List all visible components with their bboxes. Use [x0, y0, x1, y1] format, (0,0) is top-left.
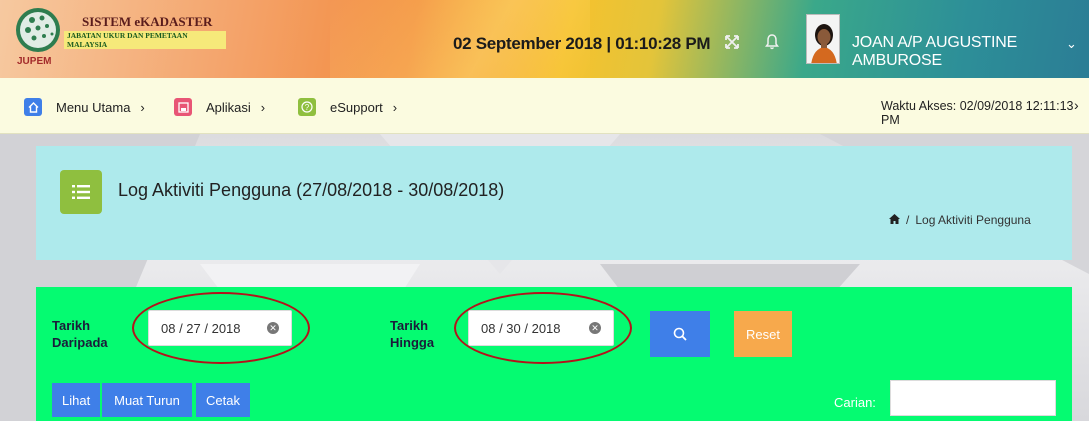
date-from-input[interactable]: 08 / 27 / 2018 ✕ [148, 310, 292, 346]
print-button[interactable]: Cetak [196, 383, 250, 417]
app-logo[interactable]: SISTEM eKADASTER JABATAN UKUR DAN PEMETA… [14, 6, 226, 72]
date-from-label: Tarikh Daripada [52, 317, 108, 351]
chevron-right-icon[interactable]: › [1074, 97, 1079, 113]
search-icon [673, 327, 687, 341]
logo-mark-text: JUPEM [17, 56, 52, 67]
home-icon [24, 98, 42, 116]
filter-panel: Tarikh Daripada 08 / 27 / 2018 ✕ Tarikh … [36, 287, 1072, 421]
search-label: Carian: [834, 395, 876, 410]
help-icon: ? [298, 98, 316, 116]
nav-item-esupport[interactable]: ? eSupport › [298, 97, 397, 117]
home-icon[interactable] [889, 213, 900, 227]
access-time: Waktu Akses: 02/09/2018 12:11:13 PM [881, 99, 1074, 127]
date-to-input[interactable]: 08 / 30 / 2018 ✕ [468, 310, 614, 346]
clear-icon[interactable]: ✕ [589, 322, 601, 334]
user-avatar[interactable] [806, 14, 840, 64]
label-line: Daripada [52, 335, 108, 350]
current-datetime: 02 September 2018 | 01:10:28 PM [453, 34, 711, 53]
nav-bar: Menu Utama › Aplikasi › ? eSupport › Wak… [0, 78, 1089, 134]
chevron-down-icon[interactable]: ⌄ [1066, 36, 1077, 52]
logo-subtitle: JABATAN UKUR DAN PEMETAAN MALAYSIA [64, 31, 226, 49]
clear-icon[interactable]: ✕ [267, 322, 279, 334]
search-button[interactable] [650, 311, 710, 357]
list-icon [60, 170, 102, 214]
search-input[interactable] [890, 380, 1056, 416]
label-line: Hingga [390, 335, 435, 350]
svg-text:?: ? [305, 103, 310, 112]
user-photo-icon [807, 15, 839, 63]
chevron-right-icon: › [392, 99, 398, 115]
breadcrumb-separator: / [906, 213, 910, 227]
nav-label: eSupport [330, 99, 383, 115]
date-from-value: 08 / 27 / 2018 [161, 320, 241, 336]
label-line: Tarikh [390, 318, 429, 333]
logo-title: SISTEM eKADASTER [82, 14, 213, 29]
date-to-label: Tarikh Hingga [390, 317, 434, 351]
top-header: SISTEM eKADASTER JABATAN UKUR DAN PEMETA… [0, 0, 1089, 78]
breadcrumb: / Log Aktiviti Pengguna [889, 213, 1031, 227]
nav-label: Aplikasi [206, 99, 251, 115]
date-to-value: 08 / 30 / 2018 [481, 320, 561, 336]
label-line: Tarikh [52, 318, 91, 333]
breadcrumb-current: Log Aktiviti Pengguna [915, 213, 1031, 227]
user-name[interactable]: JOAN A/P AUGUSTINE AMBUROSE [852, 34, 1089, 70]
page-title: Log Aktiviti Pengguna (27/08/2018 - 30/0… [118, 180, 505, 200]
chevron-right-icon: › [260, 99, 266, 115]
save-icon [174, 98, 192, 116]
download-button[interactable]: Muat Turun [102, 383, 192, 417]
expand-arrows-icon[interactable] [724, 34, 740, 54]
nav-label: Menu Utama [56, 99, 131, 115]
bell-icon[interactable] [765, 34, 779, 54]
nav-item-aplikasi[interactable]: Aplikasi › [174, 97, 265, 117]
view-button[interactable]: Lihat [52, 383, 101, 417]
reset-button[interactable]: Reset [734, 311, 792, 357]
page-title-panel: Log Aktiviti Pengguna (27/08/2018 - 30/0… [36, 146, 1072, 260]
chevron-right-icon: › [140, 99, 145, 115]
nav-item-menu-utama[interactable]: Menu Utama › [24, 97, 145, 117]
